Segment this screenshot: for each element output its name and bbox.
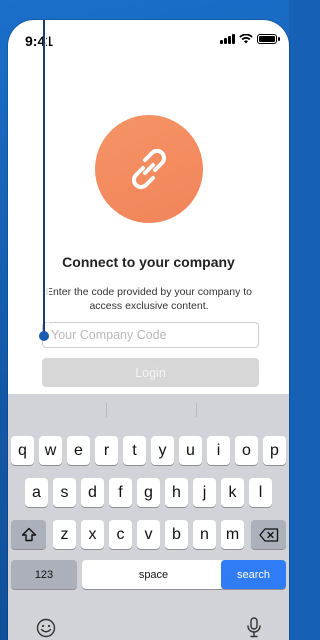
status-icons [220, 34, 280, 44]
key-n[interactable]: n [193, 520, 216, 549]
battery-icon [257, 34, 280, 44]
key-p[interactable]: p [263, 436, 286, 465]
company-code-input[interactable] [42, 322, 259, 348]
key-m[interactable]: m [221, 520, 244, 549]
login-button[interactable]: Login [42, 358, 259, 387]
key-c[interactable]: c [109, 520, 132, 549]
wifi-icon [239, 34, 253, 44]
key-v[interactable]: v [137, 520, 160, 549]
key-f[interactable]: f [109, 478, 132, 507]
key-y[interactable]: y [151, 436, 174, 465]
on-screen-keyboard: q w e r t y u i o p a s d f g h j k l z … [8, 394, 289, 640]
key-e[interactable]: e [67, 436, 90, 465]
emoji-icon[interactable] [36, 618, 56, 638]
key-k[interactable]: k [221, 478, 244, 507]
space-key[interactable]: space [82, 560, 225, 589]
key-j[interactable]: j [193, 478, 216, 507]
key-u[interactable]: u [179, 436, 202, 465]
backspace-key[interactable] [251, 520, 286, 549]
pointer-line-highlight [47, 20, 49, 336]
search-key[interactable]: search [221, 560, 286, 589]
shift-icon [21, 527, 36, 542]
microphone-icon[interactable] [246, 617, 262, 639]
suggestion-bar [8, 394, 289, 426]
pointer-dot [39, 331, 49, 341]
link-icon [131, 148, 167, 190]
key-t[interactable]: t [123, 436, 146, 465]
phone-screen: 9:41 Connect to your company Enter the c… [8, 20, 289, 640]
description-text: Enter the code provided by your company … [45, 286, 253, 312]
backspace-icon [258, 527, 278, 542]
key-q[interactable]: q [11, 436, 34, 465]
pointer-line [43, 20, 45, 336]
shift-key[interactable] [11, 520, 46, 549]
page-title: Connect to your company [62, 254, 235, 270]
key-g[interactable]: g [137, 478, 160, 507]
status-bar: 9:41 [8, 20, 289, 60]
link-logo [95, 115, 203, 223]
key-r[interactable]: r [95, 436, 118, 465]
key-d[interactable]: d [81, 478, 104, 507]
suggestion-divider [196, 403, 197, 417]
key-a[interactable]: a [25, 478, 48, 507]
numbers-key[interactable]: 123 [11, 560, 77, 589]
key-z[interactable]: z [53, 520, 76, 549]
key-x[interactable]: x [81, 520, 104, 549]
key-l[interactable]: l [249, 478, 272, 507]
key-o[interactable]: o [235, 436, 258, 465]
key-s[interactable]: s [53, 478, 76, 507]
key-h[interactable]: h [165, 478, 188, 507]
key-w[interactable]: w [39, 436, 62, 465]
key-i[interactable]: i [207, 436, 230, 465]
suggestion-divider [106, 403, 107, 417]
signal-icon [220, 34, 235, 44]
key-b[interactable]: b [165, 520, 188, 549]
